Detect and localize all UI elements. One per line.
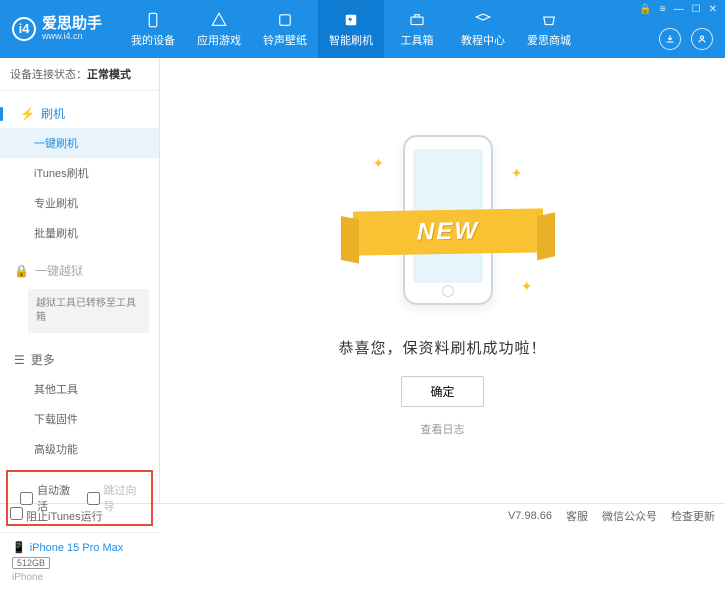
nav-my-device[interactable]: 我的设备: [120, 0, 186, 58]
minimize-icon[interactable]: —: [674, 4, 684, 15]
sidebar-item-advanced[interactable]: 高级功能: [0, 434, 159, 464]
sparkle-icon: ✦: [521, 278, 533, 295]
checkbox-block-itunes[interactable]: 阻止iTunes运行: [10, 507, 103, 524]
version-label: V7.98.66: [508, 510, 552, 522]
device-info: 📱iPhone 15 Pro Max 512GB iPhone: [0, 532, 159, 591]
sidebar-item-batch[interactable]: 批量刷机: [0, 218, 159, 248]
footer-update[interactable]: 检查更新: [671, 508, 715, 524]
ok-button[interactable]: 确定: [401, 376, 483, 407]
device-status: 设备连接状态：正常模式: [0, 58, 159, 91]
user-button[interactable]: [691, 28, 713, 50]
sidebar-item-other[interactable]: 其他工具: [0, 374, 159, 404]
success-message: 恭喜您，保资料刷机成功啦！: [338, 337, 546, 358]
app-header: i4 爱思助手 www.i4.cn 我的设备 应用游戏 铃声壁纸 智能刷机 工具…: [0, 0, 725, 58]
logo-icon: i4: [12, 17, 36, 41]
main-content: NEW ✦ ✦ ✦ 恭喜您，保资料刷机成功啦！ 确定 查看日志: [160, 58, 725, 503]
app-name: 爱思助手: [42, 16, 102, 33]
window-controls: 🔒 ≡ — ☐ ✕: [639, 4, 717, 15]
sidebar-item-oneclick[interactable]: 一键刷机: [0, 128, 159, 158]
lock-icon[interactable]: 🔒: [639, 4, 651, 15]
device-name[interactable]: 📱iPhone 15 Pro Max: [12, 541, 147, 554]
app-url: www.i4.cn: [42, 32, 102, 42]
download-button[interactable]: [659, 28, 681, 50]
new-ribbon: NEW: [353, 208, 543, 255]
menu-icon: ☰: [14, 353, 25, 367]
logo: i4 爱思助手 www.i4.cn: [12, 16, 102, 42]
jailbreak-note: 越狱工具已转移至工具箱: [28, 289, 149, 333]
nav-apps[interactable]: 应用游戏: [186, 0, 252, 58]
nav-toolbox[interactable]: 工具箱: [384, 0, 450, 58]
success-illustration: NEW ✦ ✦ ✦: [333, 125, 553, 325]
view-log-link[interactable]: 查看日志: [421, 421, 465, 437]
top-nav: 我的设备 应用游戏 铃声壁纸 智能刷机 工具箱 教程中心 爱思商城: [120, 0, 582, 58]
sidebar-item-download[interactable]: 下载固件: [0, 404, 159, 434]
maximize-icon[interactable]: ☐: [692, 4, 701, 15]
menu-icon[interactable]: ≡: [660, 4, 666, 15]
device-type: iPhone: [12, 572, 147, 583]
lock-icon: 🔒: [14, 264, 29, 278]
sparkle-icon: ✦: [373, 155, 385, 172]
nav-ringtones[interactable]: 铃声壁纸: [252, 0, 318, 58]
sidebar: 设备连接状态：正常模式 ⚡刷机 一键刷机 iTunes刷机 专业刷机 批量刷机 …: [0, 58, 160, 503]
sidebar-section-jailbreak[interactable]: 🔒一键越狱: [0, 256, 159, 285]
sidebar-section-flash[interactable]: ⚡刷机: [0, 99, 159, 128]
sidebar-item-pro[interactable]: 专业刷机: [0, 188, 159, 218]
device-storage: 512GB: [12, 557, 50, 569]
phone-icon: 📱: [12, 541, 26, 554]
sidebar-section-more[interactable]: ☰更多: [0, 345, 159, 374]
footer-wechat[interactable]: 微信公众号: [602, 508, 657, 524]
sidebar-item-itunes[interactable]: iTunes刷机: [0, 158, 159, 188]
nav-tutorials[interactable]: 教程中心: [450, 0, 516, 58]
close-icon[interactable]: ✕: [709, 4, 717, 15]
flash-icon: ⚡: [20, 107, 35, 121]
sparkle-icon: ✦: [511, 165, 523, 182]
nav-flash[interactable]: 智能刷机: [318, 0, 384, 58]
footer-support[interactable]: 客服: [566, 508, 588, 524]
nav-store[interactable]: 爱思商城: [516, 0, 582, 58]
